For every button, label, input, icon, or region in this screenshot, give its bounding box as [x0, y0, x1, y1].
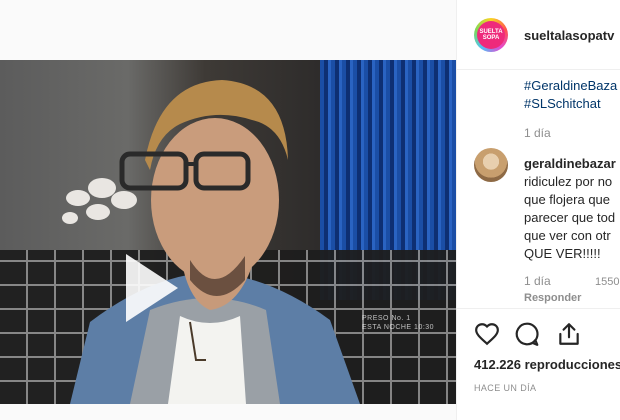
post-username[interactable]: sueltalasopatv	[524, 28, 614, 43]
avatar-logo-text: SOPA	[482, 35, 500, 41]
comment-timestamp[interactable]: 1 día	[524, 274, 551, 288]
comment-text: que ver con otr	[524, 228, 611, 243]
comment-text: que flojera que	[524, 192, 611, 207]
video-player[interactable]: PRESO No. 1 ESTA NOCHE 10:30	[0, 60, 456, 404]
avatar[interactable]: SUELTA SOPA	[474, 18, 508, 52]
hashtag-link[interactable]: #SLSchitchat	[524, 96, 601, 111]
comment-text: QUE VER!!!!!	[524, 246, 601, 261]
view-count[interactable]: 412.226 reproducciones	[474, 357, 620, 372]
comment-username[interactable]: geraldinebazar	[524, 156, 616, 171]
tv-watermark-line: ESTA NOCHE 10:30	[362, 324, 435, 331]
caption-timestamp[interactable]: 1 día	[524, 126, 551, 140]
reply-button[interactable]: Responder	[524, 292, 581, 304]
comment-avatar[interactable]	[474, 148, 508, 182]
heart-icon[interactable]	[474, 321, 500, 347]
hashtag-link[interactable]: #GeraldineBaza	[524, 78, 617, 93]
share-icon[interactable]	[556, 321, 582, 347]
comment-text: parecer que tod	[524, 210, 616, 225]
avatar-logo: SUELTA SOPA	[477, 21, 505, 49]
play-icon[interactable]	[102, 246, 186, 330]
tv-watermark-line: PRESO No. 1	[362, 315, 411, 322]
comment-likes[interactable]: 15503 Me	[595, 276, 620, 288]
post-header: SUELTA SOPA sueltalasopatv	[457, 0, 620, 70]
comment-icon[interactable]	[514, 321, 540, 347]
video-person	[70, 80, 360, 404]
comment-text: ridiculez por no	[524, 174, 613, 189]
post-actions: 412.226 reproducciones HACE UN DÍA	[457, 308, 620, 420]
post-timestamp[interactable]: HACE UN DÍA	[474, 383, 536, 393]
tv-watermark: PRESO No. 1 ESTA NOCHE 10:30	[362, 314, 434, 332]
post-side-panel: SUELTA SOPA sueltalasopatv #GeraldineBaz…	[456, 0, 620, 420]
